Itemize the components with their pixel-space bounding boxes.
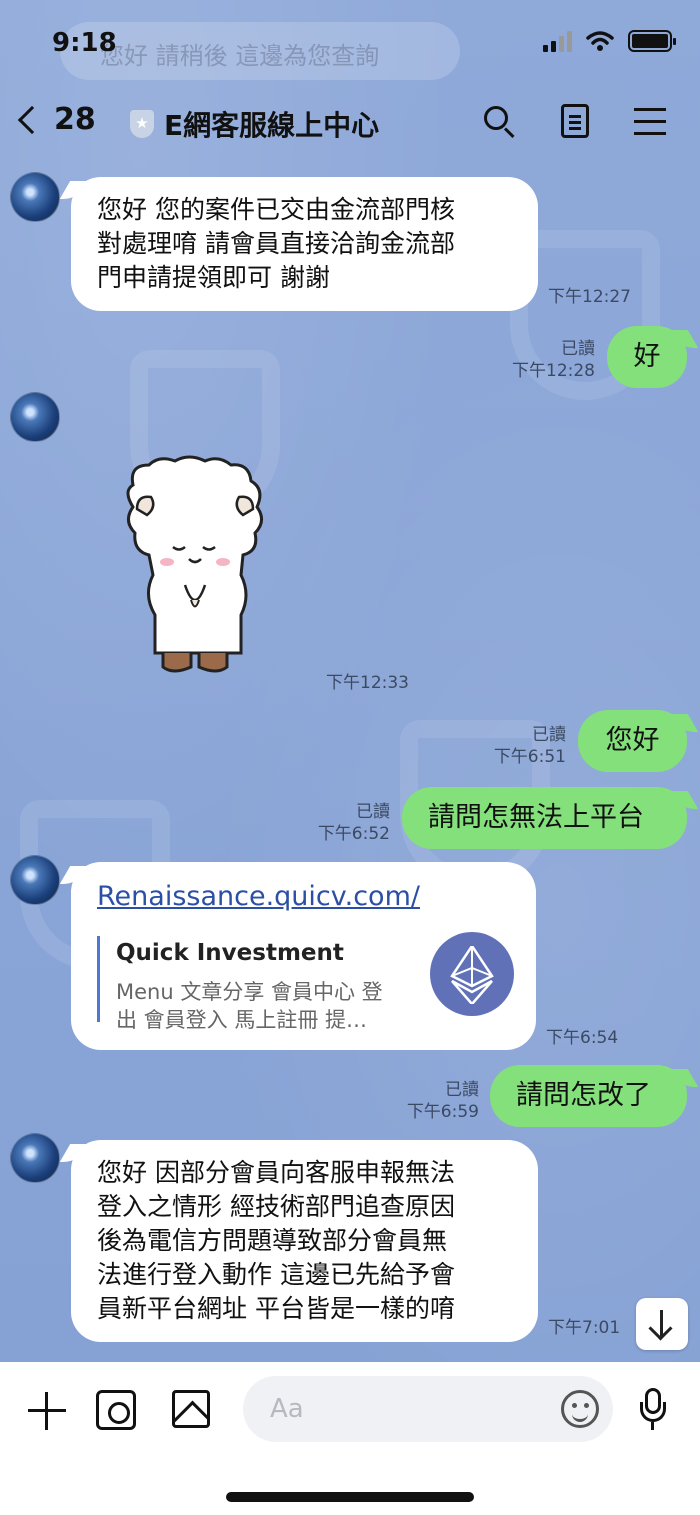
bear-sticker[interactable] bbox=[115, 455, 275, 680]
avatar[interactable] bbox=[10, 172, 60, 222]
link-preview[interactable]: Quick Investment Menu 文章分享 會員中心 登 出 會員登入… bbox=[97, 932, 514, 1032]
message-time: 下午12:28 bbox=[512, 361, 595, 381]
back-chevron-icon bbox=[17, 105, 47, 134]
message-line: 您好 因部分會員向客服申報無法 bbox=[97, 1158, 455, 1187]
message-text: 好 bbox=[633, 341, 661, 372]
read-receipt: 已讀 bbox=[445, 1080, 479, 1100]
input-placeholder: Aa bbox=[270, 1394, 304, 1424]
message-time: 下午6:52 bbox=[317, 824, 390, 844]
link-url[interactable]: Renaissance.quicv.com/ bbox=[97, 880, 510, 914]
battery-icon bbox=[628, 30, 676, 52]
message-time: 下午6:54 bbox=[546, 1028, 619, 1048]
link-preview-bubble[interactable]: Renaissance.quicv.com/ Quick Investment … bbox=[71, 862, 536, 1050]
read-receipt: 已讀 bbox=[561, 339, 595, 359]
message-time: 下午12:33 bbox=[326, 673, 409, 693]
message-text: 請問怎改了 bbox=[516, 1080, 651, 1111]
wifi-icon bbox=[586, 31, 614, 51]
notes-icon bbox=[561, 104, 589, 138]
menu-button[interactable] bbox=[632, 102, 672, 142]
message-bubble-incoming[interactable]: 您好 因部分會員向客服申報無法 登入之情形 經技術部門追查原因 後為電信方問題導… bbox=[71, 1140, 538, 1342]
message-meta: 已讀 下午6:59 bbox=[407, 1079, 479, 1123]
notes-button[interactable] bbox=[555, 102, 595, 142]
message-line: 法進行登入動作 這邊已先給予會 bbox=[97, 1260, 455, 1289]
scroll-down-button[interactable] bbox=[636, 1298, 688, 1350]
chat-header: 28 ★ E網客服線上中心 bbox=[0, 90, 700, 160]
message-input[interactable]: Aa bbox=[243, 1376, 613, 1442]
plus-icon[interactable] bbox=[28, 1392, 66, 1430]
avatar[interactable] bbox=[10, 392, 60, 442]
message-meta: 已讀 下午6:51 bbox=[494, 724, 566, 768]
cellular-signal-icon bbox=[543, 30, 572, 52]
search-icon bbox=[484, 106, 508, 130]
avatar[interactable] bbox=[10, 1133, 60, 1183]
message-line: 門申請提領即可 謝謝 bbox=[97, 263, 330, 292]
notification-banner-ghost: 您好 請稍後 這邊為您查詢 bbox=[60, 22, 460, 80]
chat-title[interactable]: ★ E網客服線上中心 bbox=[130, 104, 379, 144]
message-time: 下午7:01 bbox=[548, 1318, 621, 1338]
message-time: 下午6:51 bbox=[493, 747, 566, 767]
message-line: 登入之情形 經技術部門追查原因 bbox=[97, 1192, 455, 1221]
message-bubble-outgoing[interactable]: 請問怎改了 bbox=[490, 1065, 687, 1127]
ethereum-icon bbox=[430, 932, 514, 1016]
message-line: 對處理唷 請會員直接洽詢金流部 bbox=[97, 229, 455, 258]
message-bubble-incoming[interactable]: 您好 您的案件已交由金流部門核 對處理唷 請會員直接洽詢金流部 門申請提領即可 … bbox=[71, 177, 538, 311]
mic-icon[interactable] bbox=[640, 1388, 666, 1432]
preview-description: Menu 文章分享 會員中心 登 出 會員登入 馬上註冊 提… bbox=[116, 980, 383, 1032]
read-receipt: 已讀 bbox=[356, 802, 390, 822]
chat-title-text: E網客服線上中心 bbox=[164, 109, 380, 142]
message-line: 員新平台網址 平台皆是一樣的唷 bbox=[97, 1294, 455, 1323]
message-time: 下午12:27 bbox=[548, 287, 631, 307]
message-bubble-outgoing[interactable]: 好 bbox=[607, 326, 687, 388]
read-receipt: 已讀 bbox=[532, 725, 566, 745]
back-button[interactable]: 28 bbox=[17, 102, 96, 137]
home-indicator bbox=[226, 1492, 474, 1502]
input-bar: Aa bbox=[0, 1362, 700, 1515]
search-button[interactable] bbox=[480, 102, 520, 142]
gallery-icon[interactable] bbox=[172, 1390, 210, 1428]
emoji-icon[interactable] bbox=[561, 1390, 599, 1428]
message-bubble-outgoing[interactable]: 請問怎無法上平台 bbox=[402, 787, 687, 849]
camera-icon[interactable] bbox=[96, 1390, 136, 1430]
message-bubble-outgoing[interactable]: 您好 bbox=[578, 710, 687, 772]
message-time: 下午6:59 bbox=[406, 1102, 479, 1122]
shield-icon: ★ bbox=[130, 110, 154, 138]
message-meta: 已讀 下午6:52 bbox=[318, 801, 390, 845]
avatar[interactable] bbox=[10, 855, 60, 905]
message-line: 您好 您的案件已交由金流部門核 bbox=[97, 195, 455, 224]
message-text: 您好 bbox=[605, 725, 660, 756]
unread-count: 28 bbox=[54, 102, 96, 137]
message-line: 後為電信方問題導致部分會員無 bbox=[97, 1226, 448, 1255]
message-meta: 已讀 下午12:28 bbox=[512, 338, 595, 382]
status-time: 9:18 bbox=[52, 28, 117, 58]
message-text: 請問怎無法上平台 bbox=[428, 802, 644, 833]
status-bar: 您好 請稍後 這邊為您查詢 9:18 bbox=[0, 0, 700, 90]
